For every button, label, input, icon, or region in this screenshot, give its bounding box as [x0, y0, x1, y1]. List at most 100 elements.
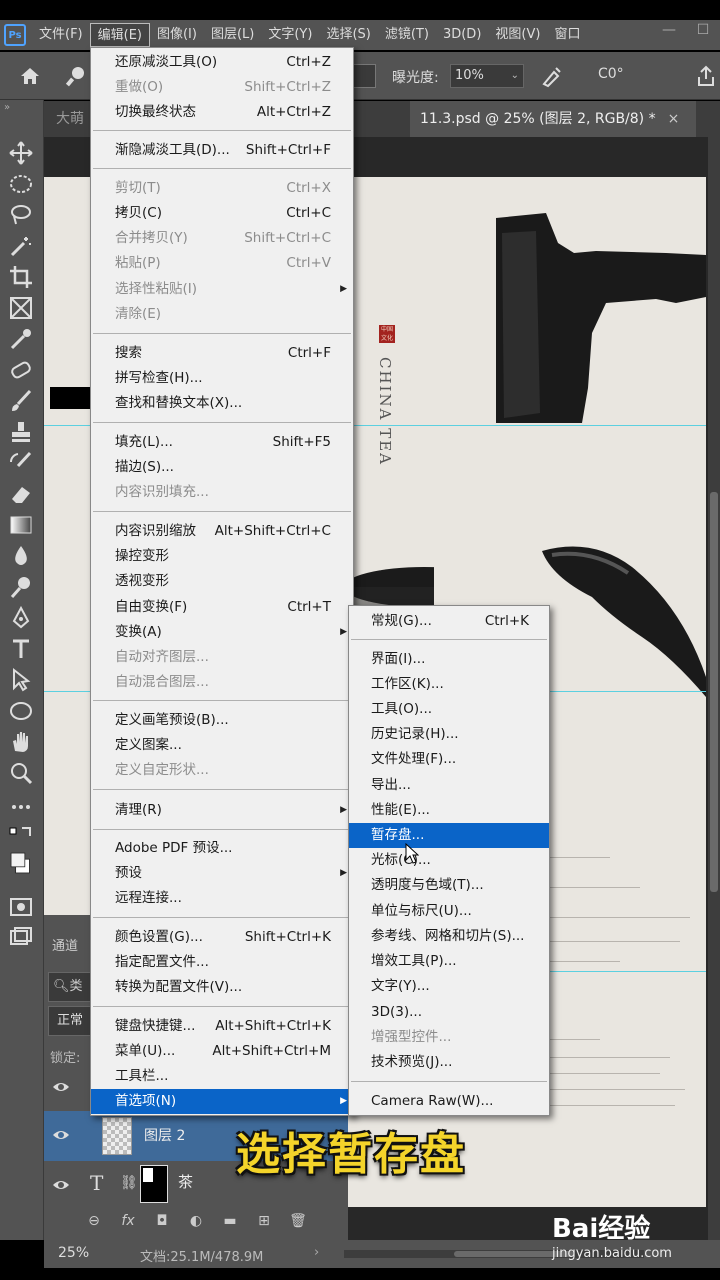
lasso-tool-icon[interactable]	[8, 202, 34, 228]
menu-item-menus[interactable]: 菜单(U)... Alt+Shift+Ctrl+M	[91, 1039, 353, 1064]
menu-item-find-replace[interactable]: 查找和替换文本(X)...	[91, 391, 353, 416]
menu-image[interactable]: 图像(I)	[150, 23, 204, 47]
healing-brush-icon[interactable]	[8, 357, 34, 383]
menu-item-cursors[interactable]: 光标(C)...	[349, 848, 549, 873]
menu-item-perspective-warp[interactable]: 透视变形	[91, 569, 353, 594]
more-tools-icon[interactable]	[8, 794, 34, 820]
close-icon[interactable]: ×	[668, 111, 680, 127]
menu-item-copy[interactable]: 拷贝(C) Ctrl+C	[91, 201, 353, 226]
menu-item-clear[interactable]: 清除(E)	[91, 302, 353, 327]
menu-item-fade[interactable]: 渐隐减淡工具(D)... Shift+Ctrl+F	[91, 138, 353, 163]
collapse-icon[interactable]: »	[4, 102, 10, 113]
zoom-tool-icon[interactable]	[8, 760, 34, 786]
maximize-icon[interactable]: ☐	[686, 22, 720, 44]
menu-filter[interactable]: 滤镜(T)	[378, 23, 436, 47]
menu-item-spell-check[interactable]: 拼写检查(H)...	[91, 366, 353, 391]
magic-wand-icon[interactable]	[8, 233, 34, 259]
menu-item-define-brush[interactable]: 定义画笔预设(B)...	[91, 708, 353, 733]
menu-item-toggle-last-state[interactable]: 切换最终状态 Alt+Ctrl+Z	[91, 100, 353, 125]
eye-icon[interactable]	[52, 1079, 70, 1095]
vertical-scrollbar[interactable]	[708, 137, 720, 1240]
menu-item-preferences[interactable]: 首选项(N) ▶	[91, 1089, 353, 1114]
menu-edit[interactable]: 编辑(E)	[89, 23, 150, 47]
menu-layer[interactable]: 图层(L)	[204, 23, 261, 47]
move-tool-icon[interactable]	[8, 140, 34, 166]
menu-item-transform[interactable]: 变换(A) ▶	[91, 620, 353, 645]
menu-item-scratch-disks[interactable]: 暂存盘...	[349, 823, 549, 848]
menu-item-presets[interactable]: 预设 ▶	[91, 861, 353, 886]
menu-item-technology-previews[interactable]: 技术预览(J)...	[349, 1050, 549, 1075]
menu-item-paste-special[interactable]: 选择性粘贴(I) ▶	[91, 277, 353, 302]
ellipse-tool-icon[interactable]	[8, 698, 34, 724]
layer-name[interactable]: 茶	[178, 1171, 193, 1192]
share-icon[interactable]	[696, 64, 716, 88]
menu-item-enhanced-controls[interactable]: 增强型控件...	[349, 1025, 549, 1050]
hand-tool-icon[interactable]	[8, 729, 34, 755]
menu-item-undo[interactable]: 还原减淡工具(O) Ctrl+Z	[91, 50, 353, 75]
path-selection-icon[interactable]	[8, 667, 34, 693]
menu-item-puppet-warp[interactable]: 操控变形	[91, 544, 353, 569]
tab-document-active[interactable]: 11.3.psd @ 25% (图层 2, RGB/8) * ×	[410, 101, 696, 137]
zoom-level[interactable]: 25%	[58, 1245, 89, 1261]
airbrush-icon[interactable]	[540, 64, 564, 88]
tab-channels[interactable]: 通道	[52, 935, 78, 954]
menu-item-workspace[interactable]: 工作区(K)...	[349, 672, 549, 697]
menu-item-content-aware-scale[interactable]: 内容识别缩放 Alt+Shift+Ctrl+C	[91, 519, 353, 544]
menu-item-color-settings[interactable]: 颜色设置(G)... Shift+Ctrl+K	[91, 925, 353, 950]
menu-item-copy-merged[interactable]: 合并拷贝(Y) Shift+Ctrl+C	[91, 226, 353, 251]
menu-item-redo[interactable]: 重做(O) Shift+Ctrl+Z	[91, 75, 353, 100]
home-icon[interactable]	[18, 64, 42, 88]
eraser-icon[interactable]	[8, 481, 34, 507]
menu-item-tools[interactable]: 工具(O)...	[349, 697, 549, 722]
eyedropper-icon[interactable]	[8, 326, 34, 352]
exposure-input[interactable]: 10% ⌄	[450, 64, 524, 88]
menu-item-stroke[interactable]: 描边(S)...	[91, 455, 353, 480]
menu-select[interactable]: 选择(S)	[319, 23, 377, 47]
menu-view[interactable]: 视图(V)	[488, 23, 547, 47]
menu-item-purge[interactable]: 清理(R) ▶	[91, 798, 353, 823]
menu-item-guides-grid[interactable]: 参考线、网格和切片(S)...	[349, 924, 549, 949]
menu-item-remote-connections[interactable]: 远程连接...	[91, 886, 353, 911]
brush-tool-icon[interactable]	[8, 388, 34, 414]
color-swatches-icon[interactable]	[8, 850, 38, 884]
menu-item-transparency-gamut[interactable]: 透明度与色域(T)...	[349, 873, 549, 898]
pen-tool-icon[interactable]	[8, 605, 34, 631]
menu-item-units-rulers[interactable]: 单位与标尺(U)...	[349, 899, 549, 924]
menu-item-interface[interactable]: 界面(I)...	[349, 647, 549, 672]
menu-item-toolbar[interactable]: 工具栏...	[91, 1064, 353, 1089]
dodge-tool-preset-icon[interactable]	[64, 64, 88, 88]
scrollbar-thumb[interactable]	[710, 492, 718, 892]
gradient-tool-icon[interactable]	[8, 512, 34, 538]
swap-colors-icon[interactable]	[8, 824, 34, 850]
menu-item-plugins[interactable]: 增效工具(P)...	[349, 949, 549, 974]
new-layer-icon[interactable]: ⊞	[253, 1213, 275, 1231]
menu-item-convert-profile[interactable]: 转换为配置文件(V)...	[91, 975, 353, 1000]
menu-item-3d[interactable]: 3D(3)...	[349, 1000, 549, 1025]
dodge-tool-icon[interactable]	[8, 574, 34, 600]
stamp-tool-icon[interactable]	[8, 419, 34, 445]
menu-item-free-transform[interactable]: 自由变换(F) Ctrl+T	[91, 595, 353, 620]
chevron-down-icon[interactable]: ⌄	[511, 65, 519, 87]
menu-item-pdf-presets[interactable]: Adobe PDF 预设...	[91, 836, 353, 861]
menu-item-performance[interactable]: 性能(E)...	[349, 798, 549, 823]
adjustment-layer-icon[interactable]: ◐	[185, 1213, 207, 1231]
menu-item-assign-profile[interactable]: 指定配置文件...	[91, 950, 353, 975]
angle-value[interactable]: C0°	[598, 66, 624, 82]
menu-item-keyboard-shortcuts[interactable]: 键盘快捷键... Alt+Shift+Ctrl+K	[91, 1014, 353, 1039]
menu-item-cut[interactable]: 剪切(T) Ctrl+X	[91, 176, 353, 201]
menu-item-auto-blend[interactable]: 自动混合图层...	[91, 670, 353, 695]
menu-item-search[interactable]: 搜索 Ctrl+F	[91, 341, 353, 366]
menu-item-file-handling[interactable]: 文件处理(F)...	[349, 747, 549, 772]
menu-item-define-pattern[interactable]: 定义图案...	[91, 733, 353, 758]
eye-icon[interactable]	[52, 1127, 70, 1143]
status-menu-arrow[interactable]: ›	[314, 1245, 319, 1260]
marquee-tool-icon[interactable]	[8, 171, 34, 197]
menu-item-history-log[interactable]: 历史记录(H)...	[349, 722, 549, 747]
menu-3d[interactable]: 3D(D)	[436, 23, 488, 47]
menu-type[interactable]: 文字(Y)	[261, 23, 319, 47]
blur-tool-icon[interactable]	[8, 543, 34, 569]
layer-name[interactable]: 图层 2	[144, 1125, 185, 1145]
screen-mode-icon[interactable]	[8, 925, 34, 951]
menu-item-general[interactable]: 常规(G)... Ctrl+K	[349, 609, 549, 634]
crop-tool-icon[interactable]	[8, 264, 34, 290]
